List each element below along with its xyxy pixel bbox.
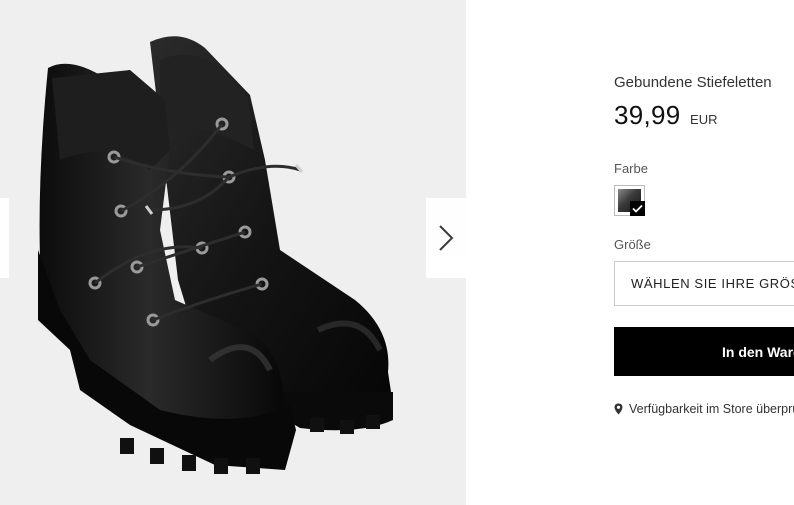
product-name: Gebundene Stiefeletten bbox=[614, 74, 772, 91]
price-row: 39,99 EUR bbox=[614, 100, 717, 131]
size-select-placeholder: WÄHLEN SIE IHRE GRÖSSE bbox=[631, 276, 794, 291]
store-availability-link[interactable]: Verfügbarkeit im Store überprüfen bbox=[614, 402, 794, 416]
color-swatch-selected[interactable] bbox=[614, 185, 645, 216]
product-details: Gebundene Stiefeletten 39,99 EUR Farbe G… bbox=[614, 0, 794, 505]
product-image bbox=[38, 36, 393, 474]
gallery-prev-button[interactable] bbox=[0, 198, 9, 278]
location-pin-icon bbox=[614, 403, 623, 415]
size-select[interactable]: WÄHLEN SIE IHRE GRÖSSE bbox=[614, 261, 794, 306]
price-currency: EUR bbox=[690, 112, 718, 127]
chevron-right-icon bbox=[439, 225, 454, 251]
size-label: Größe bbox=[614, 237, 651, 252]
add-to-cart-button[interactable]: In den Warenkorb bbox=[614, 327, 794, 376]
product-price: 39,99 bbox=[614, 100, 681, 130]
gallery-next-button[interactable] bbox=[426, 198, 466, 278]
check-icon bbox=[630, 201, 645, 216]
store-availability-label: Verfügbarkeit im Store überprüfen bbox=[629, 402, 794, 416]
color-label: Farbe bbox=[614, 161, 648, 176]
add-to-cart-label: In den Warenkorb bbox=[722, 343, 794, 360]
product-gallery bbox=[0, 0, 466, 505]
